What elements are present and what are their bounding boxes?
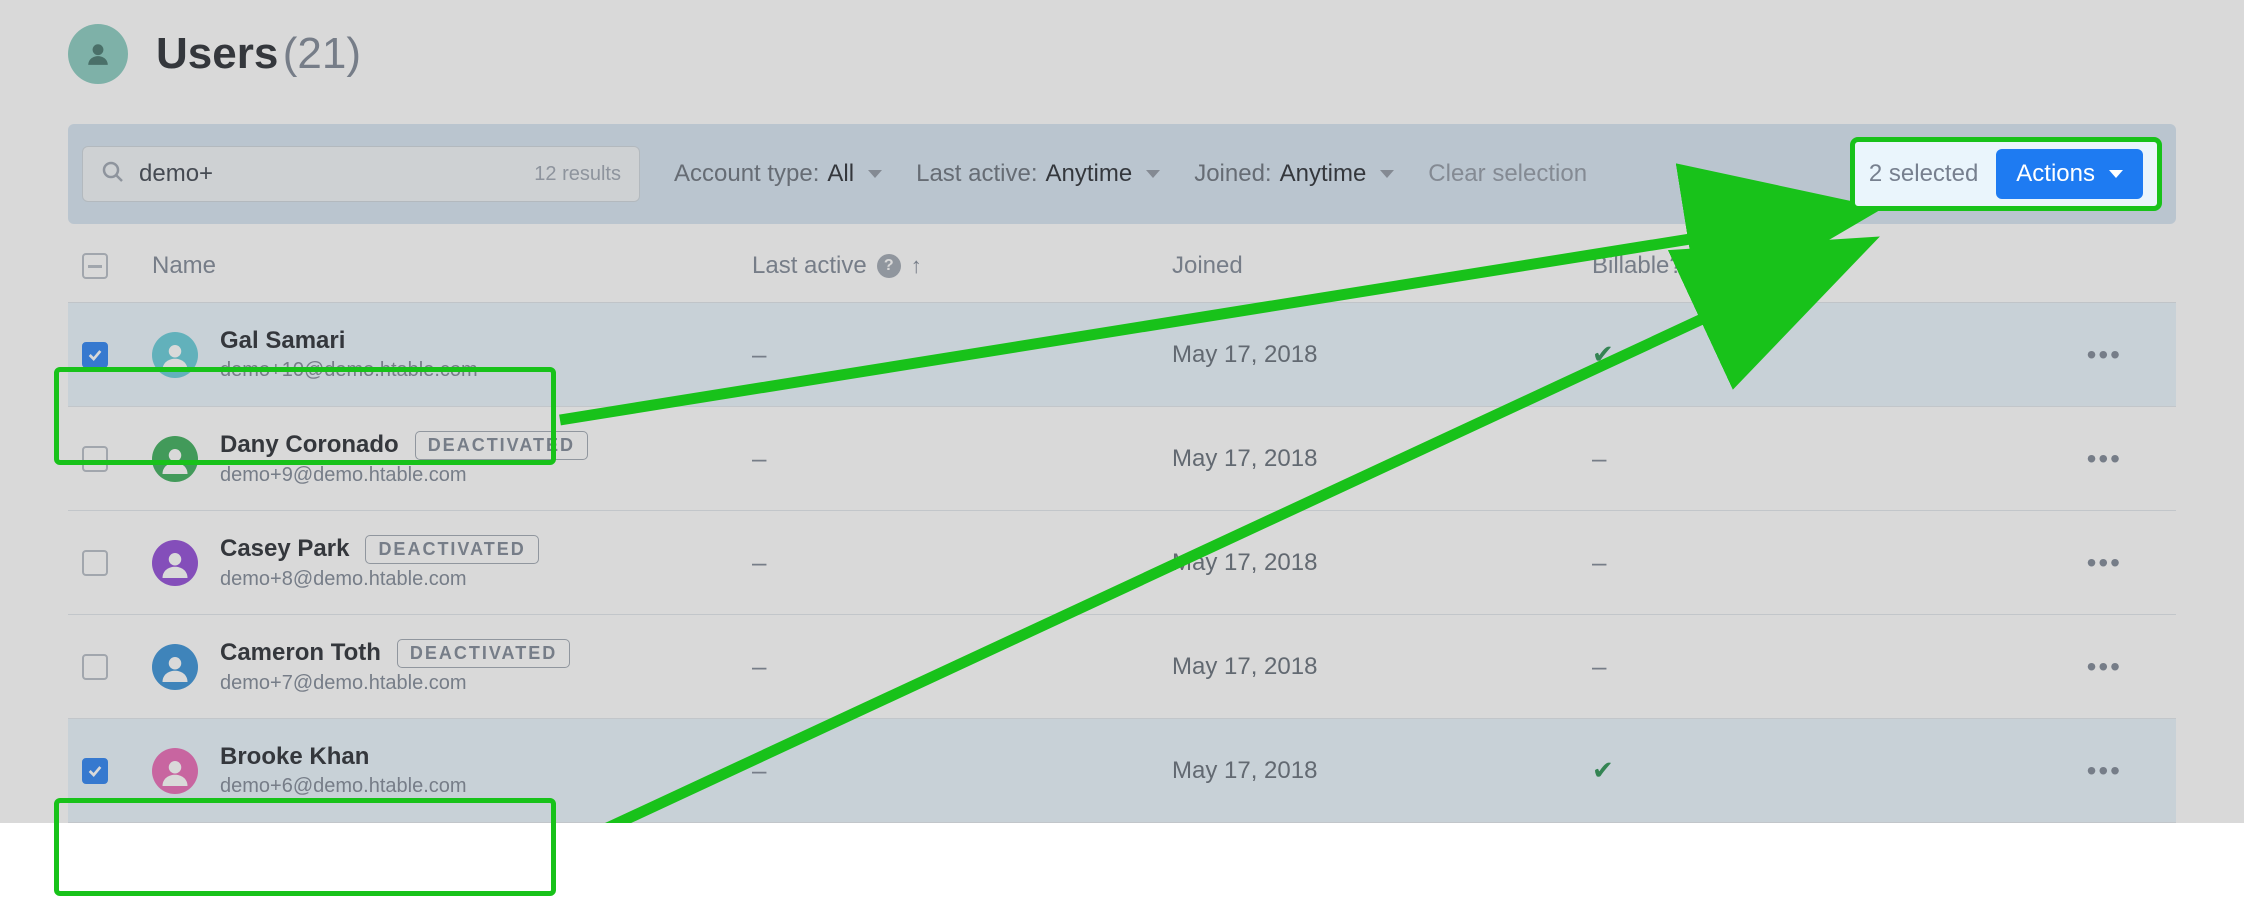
column-header-joined[interactable]: Joined (1172, 252, 1592, 280)
search-icon (101, 160, 125, 189)
row-checkbox[interactable] (82, 446, 108, 472)
select-all-checkbox[interactable] (82, 253, 108, 279)
row-checkbox[interactable] (82, 654, 108, 680)
chevron-down-icon (1380, 170, 1394, 178)
table-row: Dany Coronado DEACTIVATED demo+9@demo.htab… (68, 407, 2176, 511)
row-more-button[interactable]: ••• (2087, 755, 2122, 787)
check-icon: ✔ (1592, 755, 1614, 785)
name-cell[interactable]: Brooke Khan demo+6@demo.htable.com (152, 743, 752, 798)
search-result-count: 12 results (534, 163, 621, 186)
filter-label: Last active: (916, 160, 1037, 188)
user-email: demo+7@demo.htable.com (220, 672, 570, 695)
help-icon[interactable]: ? (877, 254, 901, 278)
chevron-down-icon (1146, 170, 1160, 178)
page-title: Users (156, 29, 278, 78)
filter-toolbar: 12 results Account type: All Last active… (68, 124, 2176, 224)
avatar (152, 748, 198, 794)
actions-button-label: Actions (2016, 160, 2095, 188)
sort-ascending-icon[interactable]: ↑ (911, 253, 922, 279)
filter-last-active[interactable]: Last active: Anytime (916, 160, 1160, 188)
name-cell[interactable]: Gal Samari demo+10@demo.htable.com (152, 327, 752, 382)
cell-billable: ✔ (1592, 339, 2012, 370)
cell-last-active: – (752, 651, 1172, 682)
user-name: Brooke Khan (220, 743, 369, 771)
user-email: demo+6@demo.htable.com (220, 775, 467, 798)
name-cell[interactable]: Cameron Toth DEACTIVATED demo+7@demo.htabl… (152, 639, 752, 695)
deactivated-badge: DEACTIVATED (415, 431, 588, 460)
user-name: Casey Park (220, 535, 349, 563)
avatar (152, 332, 198, 378)
user-name: Gal Samari (220, 327, 345, 355)
column-header-billable[interactable]: Billable? ? (1592, 252, 2012, 280)
table-row: Cameron Toth DEACTIVATED demo+7@demo.htabl… (68, 615, 2176, 719)
cell-billable: – (1592, 547, 2012, 578)
row-more-button[interactable]: ••• (2087, 339, 2122, 371)
filter-value: Anytime (1280, 160, 1367, 188)
name-cell[interactable]: Dany Coronado DEACTIVATED demo+9@demo.htab… (152, 431, 752, 487)
cell-billable: ✔ (1592, 755, 2012, 786)
check-icon: ✔ (1592, 339, 1614, 369)
row-checkbox[interactable] (82, 758, 108, 784)
filter-value: All (827, 160, 854, 188)
row-checkbox[interactable] (82, 342, 108, 368)
row-more-button[interactable]: ••• (2087, 651, 2122, 683)
row-more-button[interactable]: ••• (2087, 443, 2122, 475)
column-header-last-active[interactable]: Last active ? ↑ (752, 252, 1172, 280)
filter-label: Account type: (674, 160, 819, 188)
cell-last-active: – (752, 755, 1172, 786)
cell-billable: – (1592, 651, 2012, 682)
user-email: demo+8@demo.htable.com (220, 568, 539, 591)
row-checkbox[interactable] (82, 550, 108, 576)
deactivated-badge: DEACTIVATED (365, 535, 538, 564)
cell-billable: – (1592, 443, 2012, 474)
avatar (152, 540, 198, 586)
user-name: Cameron Toth (220, 639, 381, 667)
cell-joined: May 17, 2018 (1172, 653, 1592, 681)
cell-joined: May 17, 2018 (1172, 341, 1592, 369)
deactivated-badge: DEACTIVATED (397, 639, 570, 668)
cell-joined: May 17, 2018 (1172, 757, 1592, 785)
chevron-down-icon (868, 170, 882, 178)
clear-selection-link[interactable]: Clear selection (1428, 160, 1587, 188)
filter-label: Joined: (1194, 160, 1271, 188)
column-header-row: Name Last active ? ↑ Joined Billable? ? (68, 242, 2176, 303)
table-row: Brooke Khan demo+6@demo.htable.com –May 17… (68, 719, 2176, 823)
name-cell[interactable]: Casey Park DEACTIVATED demo+8@demo.htable.… (152, 535, 752, 591)
user-email: demo+10@demo.htable.com (220, 359, 478, 382)
avatar (152, 644, 198, 690)
cell-last-active: – (752, 547, 1172, 578)
cell-joined: May 17, 2018 (1172, 549, 1592, 577)
cell-last-active: – (752, 339, 1172, 370)
selection-panel: 2 selected Actions (1850, 137, 2162, 211)
page-count: (21) (283, 29, 361, 78)
filter-value: Anytime (1046, 160, 1133, 188)
table-row: Gal Samari demo+10@demo.htable.com –May 17… (68, 303, 2176, 407)
table-row: Casey Park DEACTIVATED demo+8@demo.htable.… (68, 511, 2176, 615)
search-input[interactable] (139, 160, 520, 188)
search-box[interactable]: 12 results (82, 146, 640, 202)
help-icon[interactable]: ? (1693, 254, 1717, 278)
cell-joined: May 17, 2018 (1172, 445, 1592, 473)
actions-button[interactable]: Actions (1996, 149, 2143, 199)
user-name: Dany Coronado (220, 431, 399, 459)
avatar (152, 436, 198, 482)
selected-count-label: 2 selected (1869, 160, 1978, 188)
row-more-button[interactable]: ••• (2087, 547, 2122, 579)
chevron-down-icon (2109, 170, 2123, 178)
user-email: demo+9@demo.htable.com (220, 464, 588, 487)
filter-joined[interactable]: Joined: Anytime (1194, 160, 1394, 188)
users-page-icon (68, 24, 128, 84)
cell-last-active: – (752, 443, 1172, 474)
filter-account-type[interactable]: Account type: All (674, 160, 882, 188)
column-header-name[interactable]: Name (152, 252, 752, 280)
